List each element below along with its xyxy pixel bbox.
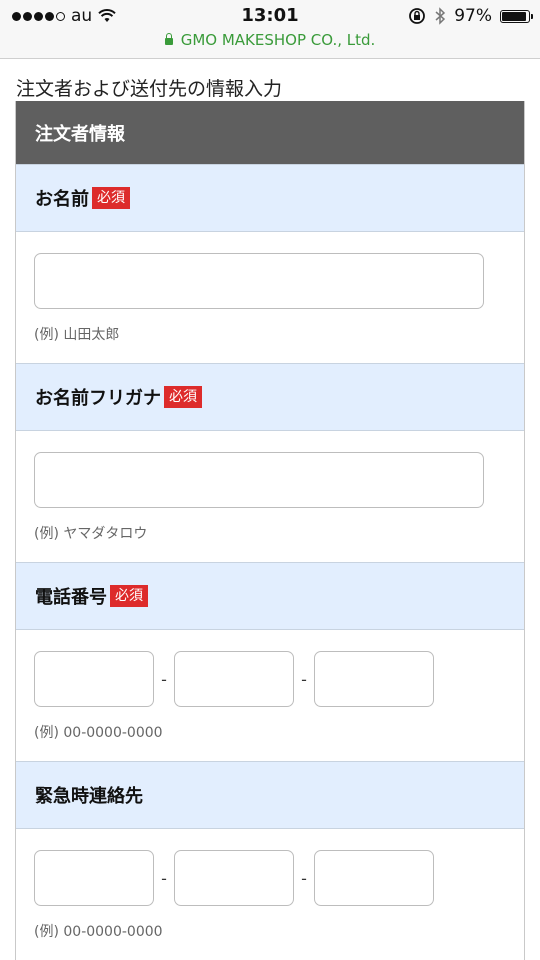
emergency-label: 緊急時連絡先: [35, 786, 143, 807]
emergency-input-row: - -: [34, 850, 524, 906]
required-badge: 必須: [110, 585, 148, 607]
phone-label: 電話番号: [35, 587, 107, 608]
status-bar: au 13:01 97% GMO MAKESHOP CO., Ltd.: [0, 0, 540, 59]
phone-example: (例) 00-0000-0000: [34, 725, 163, 741]
name-input[interactable]: [34, 253, 484, 309]
required-badge: 必須: [92, 187, 130, 209]
name-label-row: お名前 必須: [16, 164, 524, 232]
phone-input-3[interactable]: [314, 651, 434, 707]
required-badge: 必須: [164, 386, 202, 408]
phone-label-row: 電話番号 必須: [16, 562, 524, 630]
page-title: 注文者および送付先の情報入力: [16, 78, 283, 100]
status-right: 97%: [408, 6, 533, 26]
phone-separator: -: [301, 669, 307, 689]
battery-icon: [500, 9, 533, 23]
section-title: 注文者情報: [35, 123, 125, 145]
emergency-input-3[interactable]: [314, 850, 434, 906]
phone-input-1[interactable]: [34, 651, 154, 707]
bluetooth-icon: [435, 7, 446, 25]
battery-percent: 97%: [454, 6, 492, 26]
section-header: 注文者情報: [16, 101, 524, 164]
phone-input-row: - -: [34, 651, 524, 707]
furigana-input[interactable]: [34, 452, 484, 508]
name-label: お名前: [35, 189, 89, 210]
phone-separator: -: [161, 669, 167, 689]
emergency-separator: -: [301, 868, 307, 888]
lock-icon: [164, 33, 173, 45]
name-example: (例) 山田太郎: [34, 327, 120, 343]
orderer-form: 注文者情報 お名前 必須 (例) 山田太郎 お名前フリガナ 必須 (例) ヤマダ…: [15, 101, 525, 960]
phone-field-body: - - (例) 00-0000-0000: [16, 630, 524, 761]
emergency-input-2[interactable]: [174, 850, 294, 906]
emergency-separator: -: [161, 868, 167, 888]
emergency-example: (例) 00-0000-0000: [34, 924, 163, 940]
furigana-label: お名前フリガナ: [35, 388, 161, 409]
url-bar[interactable]: GMO MAKESHOP CO., Ltd.: [0, 31, 540, 49]
emergency-label-row: 緊急時連絡先: [16, 761, 524, 829]
rotation-lock-icon: [409, 8, 426, 24]
furigana-label-row: お名前フリガナ 必須: [16, 363, 524, 431]
emergency-input-1[interactable]: [34, 850, 154, 906]
name-field-body: (例) 山田太郎: [16, 232, 524, 363]
furigana-field-body: (例) ヤマダタロウ: [16, 431, 524, 562]
url-text: GMO MAKESHOP CO., Ltd.: [180, 31, 376, 49]
furigana-example: (例) ヤマダタロウ: [34, 526, 148, 542]
phone-input-2[interactable]: [174, 651, 294, 707]
emergency-field-body: - - (例) 00-0000-0000: [16, 829, 524, 960]
